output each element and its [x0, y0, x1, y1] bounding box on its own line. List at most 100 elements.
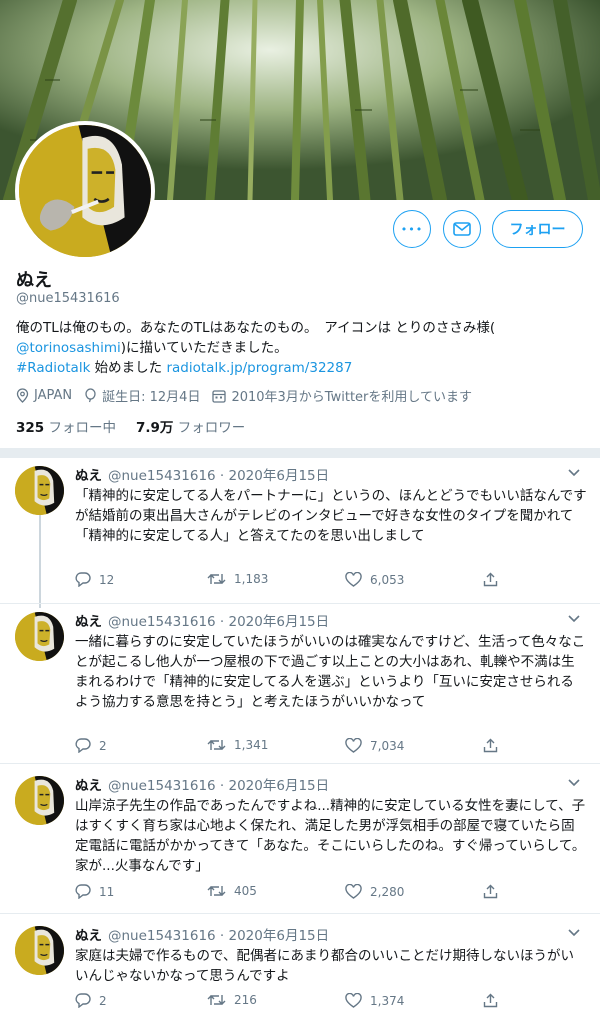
retweet-button[interactable]: 1,341	[207, 738, 268, 752]
chevron-down-icon[interactable]	[568, 612, 580, 626]
heart-icon	[345, 738, 362, 753]
like-button[interactable]: 7,034	[345, 738, 404, 753]
profile-name: ぬえ	[16, 270, 52, 291]
birthday-item: 誕生日: 12月4日	[84, 386, 200, 405]
chevron-down-icon[interactable]	[568, 776, 580, 790]
profile-avatar[interactable]	[15, 121, 155, 261]
bio-hashtag-link[interactable]: #Radiotalk	[16, 360, 90, 376]
share-icon	[483, 993, 498, 1008]
location-text: JAPAN	[34, 388, 73, 403]
tweet-text: 「精神的に安定してる人をパートナーに」というの、ほんとどうでもいい話なんですが結…	[75, 488, 587, 544]
birthday-text: 誕生日: 12月4日	[102, 390, 201, 405]
tweet-separator	[0, 603, 600, 604]
tweet-author-name[interactable]: ぬえ	[75, 468, 102, 484]
like-button[interactable]: 2,280	[345, 884, 404, 899]
chevron-down-icon[interactable]	[568, 466, 580, 480]
bio-url-link[interactable]: radiotalk.jp/program/32287	[166, 360, 352, 376]
more-options-button[interactable]: •••	[393, 210, 431, 248]
section-divider	[0, 448, 600, 458]
tweet-header: ぬえ @nue15431616 · 2020年6月15日	[75, 924, 329, 944]
following-label: フォロー中	[48, 420, 116, 436]
retweet-button[interactable]: 1,183	[207, 572, 268, 586]
like-button[interactable]: 1,374	[345, 993, 404, 1008]
retweet-button[interactable]: 216	[207, 993, 257, 1007]
heart-icon	[345, 884, 362, 899]
tweet-meta: @nue15431616 · 2020年6月15日	[108, 778, 330, 794]
heart-icon	[345, 572, 362, 587]
retweet-button[interactable]: 405	[207, 884, 257, 898]
followers-link[interactable]: 7.9万 フォロワー	[136, 416, 245, 436]
share-icon	[483, 884, 498, 899]
envelope-icon	[453, 222, 471, 236]
heart-icon	[345, 993, 362, 1008]
bio-text-3: 始めました	[90, 360, 167, 376]
tweet-meta: @nue15431616 · 2020年6月15日	[108, 614, 330, 630]
joined-text: 2010年3月からTwitterを利用しています	[231, 390, 472, 405]
retweet-icon	[207, 995, 226, 1005]
like-count: 7,034	[370, 738, 405, 753]
avatar-illustration-icon	[15, 466, 64, 515]
tweet[interactable]: ぬえ @nue15431616 · 2020年6月15日 「精神的に安定してる人を…	[0, 460, 600, 598]
tweet-author-name[interactable]: ぬえ	[75, 928, 102, 944]
tweet-avatar[interactable]	[15, 466, 64, 515]
share-icon	[483, 572, 498, 587]
reply-count: 11	[99, 884, 115, 899]
like-count: 2,280	[370, 884, 405, 899]
reply-icon	[75, 884, 91, 899]
tweet-avatar[interactable]	[15, 776, 64, 825]
tweet[interactable]: ぬえ @nue15431616 · 2020年6月15日 一緒に暮らすのに安定して…	[0, 606, 600, 764]
following-count: 325	[16, 420, 45, 436]
reply-button[interactable]: 11	[75, 884, 114, 899]
reply-button[interactable]: 2	[75, 738, 107, 753]
avatar-illustration-icon	[19, 125, 151, 257]
avatar-illustration-icon	[15, 612, 64, 661]
reply-count: 2	[99, 993, 107, 1008]
bio-text-1: 俺のTLは俺のもの。あなたのTLはあなたのもの。 アイコンは とりのささみ様(	[16, 320, 496, 336]
reply-button[interactable]: 2	[75, 993, 107, 1008]
avatar-illustration-icon	[15, 926, 64, 975]
tweet-author-name[interactable]: ぬえ	[75, 778, 102, 794]
tweet-separator	[0, 763, 600, 764]
retweet-count: 1,183	[234, 572, 269, 586]
tweet-avatar[interactable]	[15, 926, 64, 975]
profile-meta: JAPAN 誕生日: 12月4日 2010年3月からTwitterを利用していま…	[16, 386, 472, 405]
follow-button[interactable]: フォロー	[492, 210, 583, 248]
bio-text-2: )に描いていただきました。	[120, 340, 288, 356]
retweet-count: 405	[234, 884, 257, 898]
share-button[interactable]	[483, 572, 498, 587]
tweet-separator	[0, 913, 600, 914]
tweet-author-name[interactable]: ぬえ	[75, 614, 102, 630]
like-count: 6,053	[370, 572, 405, 587]
bio-mention-link[interactable]: @torinosashimi	[16, 340, 121, 356]
tweet[interactable]: ぬえ @nue15431616 · 2020年6月15日 家庭は夫婦で作るもので、…	[0, 920, 600, 1019]
share-button[interactable]	[483, 993, 498, 1008]
retweet-icon	[207, 574, 226, 584]
more-icon: •••	[400, 222, 424, 236]
reply-icon	[75, 993, 91, 1008]
joined-item: 2010年3月からTwitterを利用しています	[212, 386, 472, 405]
tweet-text: 一緒に暮らすのに安定していたほうがいいのは確実なんですけど、生活って色々なことが…	[75, 634, 586, 710]
tweet-avatar[interactable]	[15, 612, 64, 661]
retweet-icon	[207, 886, 226, 896]
following-link[interactable]: 325 フォロー中	[16, 416, 116, 436]
reply-count: 2	[99, 738, 107, 753]
location-pin-icon	[16, 388, 29, 403]
tweet-header: ぬえ @nue15431616 · 2020年6月15日	[75, 464, 329, 484]
balloon-icon	[85, 388, 96, 403]
chevron-down-icon[interactable]	[568, 926, 580, 940]
retweet-icon	[207, 740, 226, 750]
avatar-illustration-icon	[15, 776, 64, 825]
retweet-count: 216	[234, 993, 257, 1007]
reply-icon	[75, 738, 91, 753]
tweet[interactable]: ぬえ @nue15431616 · 2020年6月15日 山岸涼子先生の作品であっ…	[0, 770, 600, 910]
followers-label: フォロワー	[177, 420, 246, 436]
reply-button[interactable]: 12	[75, 572, 114, 587]
followers-count: 7.9万	[135, 420, 174, 436]
share-button[interactable]	[483, 884, 498, 899]
tweet-meta: @nue15431616 · 2020年6月15日	[108, 928, 330, 944]
like-button[interactable]: 6,053	[345, 572, 404, 587]
calendar-icon	[212, 389, 227, 403]
tweet-header: ぬえ @nue15431616 · 2020年6月15日	[75, 774, 329, 794]
share-button[interactable]	[483, 738, 498, 753]
message-button[interactable]	[443, 210, 481, 248]
